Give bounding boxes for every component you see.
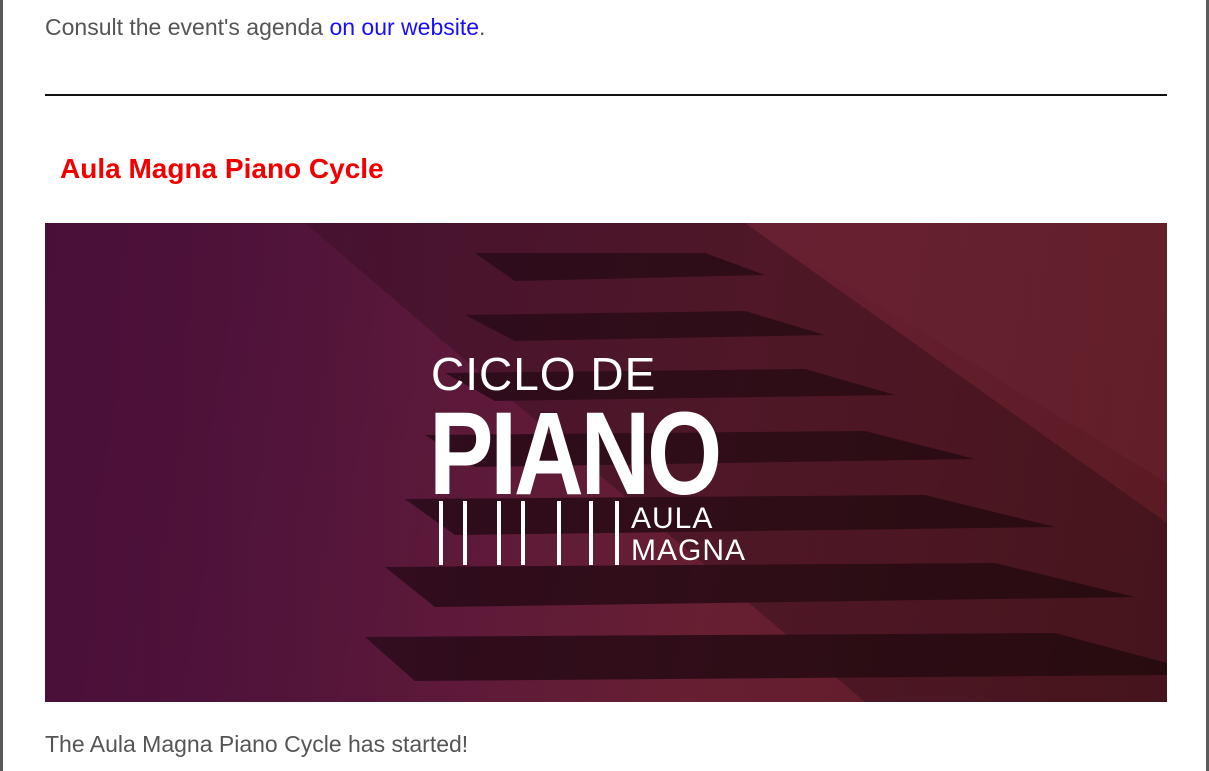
- divider: [45, 94, 1167, 96]
- logo-line-piano: PIANO: [429, 388, 722, 520]
- section-title: Aula Magna Piano Cycle: [60, 153, 384, 184]
- piano-cycle-logo: CICLO DE PIANO AULA MAGNA: [429, 351, 791, 571]
- piano-stem-lines: [439, 501, 619, 565]
- website-link[interactable]: on our website: [329, 14, 479, 40]
- logo-line-aula: AULA: [631, 502, 714, 535]
- email-frame: Consult the event's agenda on our websit…: [0, 0, 1209, 771]
- piano-cycle-banner[interactable]: CICLO DE PIANO AULA MAGNA: [45, 223, 1167, 702]
- agenda-period: .: [479, 14, 486, 40]
- agenda-text: Consult the event's agenda: [45, 14, 330, 40]
- banner-caption: The Aula Magna Piano Cycle has started!: [45, 731, 469, 757]
- agenda-paragraph: Consult the event's agenda on our websit…: [45, 12, 485, 42]
- logo-line-magna: MAGNA: [631, 534, 747, 567]
